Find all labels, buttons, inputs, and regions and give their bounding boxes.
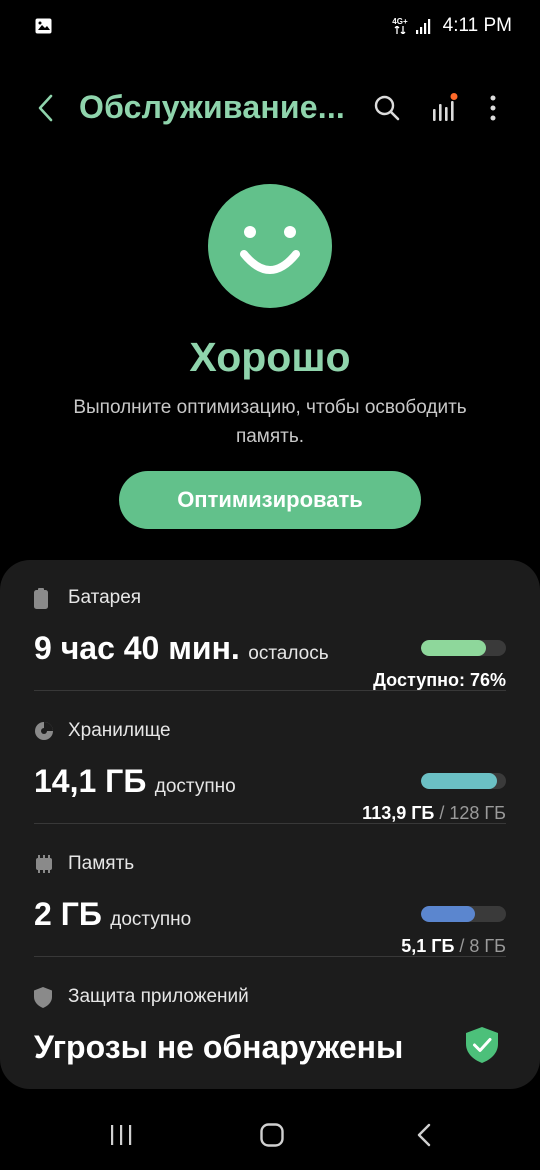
- battery-header: Батарея: [34, 586, 141, 610]
- status-bar: 4G+ 4:11 PM: [0, 0, 540, 52]
- device-status-description: Выполните оптимизацию, чтобы освободить …: [73, 397, 467, 447]
- navigation-bar: [0, 1100, 540, 1170]
- data-arrows-icon: [394, 24, 406, 35]
- battery-available: Доступно: 76%: [373, 670, 506, 691]
- gallery-icon: [35, 18, 52, 34]
- back-button[interactable]: [28, 90, 62, 126]
- protection-header: Защита приложений: [34, 985, 249, 1009]
- nav-back-button[interactable]: [404, 1120, 444, 1150]
- memory-available: 2 ГБ доступно: [34, 896, 191, 933]
- battery-available-text: Доступно: 76%: [373, 670, 506, 690]
- storage-total: / 128 ГБ: [439, 803, 506, 823]
- app-bar: Обслуживание...: [0, 78, 540, 140]
- memory-total: / 8 ГБ: [459, 936, 506, 956]
- status-icons: 4G+ 4:11 PM: [392, 14, 512, 38]
- storage-pie-icon: [34, 720, 56, 742]
- battery-bar: [421, 640, 506, 656]
- protection-label: Защита приложений: [68, 986, 249, 1007]
- storage-bar: [421, 773, 506, 789]
- home-button[interactable]: [252, 1120, 292, 1150]
- status-clock: 4:11 PM: [442, 15, 512, 36]
- recents-button[interactable]: [101, 1120, 141, 1150]
- battery-time: 9 час 40 мин.: [34, 630, 240, 666]
- memory-bar: [421, 906, 506, 922]
- memory-bar-fill: [421, 906, 476, 922]
- back-arrow-icon: [38, 94, 53, 122]
- protection-status: Угрозы не обнаружены: [34, 1029, 404, 1065]
- memory-section[interactable]: Память 2 ГБ доступно 5,1 ГБ / 8 ГБ: [34, 852, 506, 962]
- back-icon: [417, 1123, 431, 1147]
- memory-free: 2 ГБ: [34, 896, 102, 932]
- search-icon: [374, 95, 400, 121]
- device-status-title: Хорошо: [189, 334, 351, 380]
- storage-label: Хранилище: [68, 720, 171, 741]
- home-icon: [260, 1123, 284, 1147]
- battery-bar-fill: [421, 640, 486, 656]
- storage-used: 113,9 ГБ: [362, 803, 435, 823]
- storage-section[interactable]: Хранилище 14,1 ГБ доступно 113,9 ГБ / 12…: [34, 719, 506, 829]
- signal-icon: [415, 18, 430, 34]
- stats-icon: [433, 93, 458, 121]
- memory-usage: 5,1 ГБ / 8 ГБ: [401, 936, 506, 957]
- device-care-card: Батарея 9 час 40 мин. осталось Доступно:…: [0, 560, 540, 1089]
- more-options-button[interactable]: [478, 90, 508, 126]
- optimize-button[interactable]: Оптимизировать: [119, 471, 421, 529]
- smiley-face-icon: [208, 184, 332, 308]
- divider: [34, 956, 506, 957]
- memory-label: Память: [68, 853, 135, 874]
- stats-button[interactable]: [428, 90, 462, 126]
- memory-chip-icon: [34, 853, 56, 875]
- memory-used: 5,1 ГБ: [401, 936, 455, 956]
- more-vert-icon: [490, 95, 496, 121]
- shield-check-icon: [466, 1027, 498, 1063]
- memory-header: Память: [34, 852, 134, 876]
- network-type: 4G+: [392, 17, 408, 36]
- divider: [34, 823, 506, 824]
- battery-icon: [34, 587, 56, 609]
- memory-suffix: доступно: [110, 909, 192, 930]
- battery-label: Батарея: [68, 587, 142, 608]
- storage-suffix: доступно: [154, 776, 236, 797]
- page-title: Обслуживание...: [79, 89, 345, 125]
- notification-dot: [450, 93, 458, 100]
- battery-section[interactable]: Батарея 9 час 40 мин. осталось Доступно:…: [34, 586, 506, 696]
- storage-header: Хранилище: [34, 719, 171, 743]
- search-button[interactable]: [370, 90, 404, 126]
- divider: [34, 690, 506, 691]
- shield-icon: [34, 986, 56, 1008]
- storage-usage: 113,9 ГБ / 128 ГБ: [362, 803, 506, 824]
- device-care-screen: 4G+ 4:11 PM Обслуживание... Хорошо Выпол…: [0, 0, 540, 1170]
- app-protection-section[interactable]: Защита приложений Угрозы не обнаружены: [34, 985, 506, 1075]
- storage-bar-fill: [421, 773, 497, 789]
- storage-available: 14,1 ГБ доступно: [34, 763, 236, 800]
- battery-suffix: осталось: [248, 643, 329, 664]
- recents-icon: [111, 1125, 132, 1145]
- storage-free: 14,1 ГБ: [34, 763, 147, 799]
- battery-remaining: 9 час 40 мин. осталось: [34, 630, 329, 667]
